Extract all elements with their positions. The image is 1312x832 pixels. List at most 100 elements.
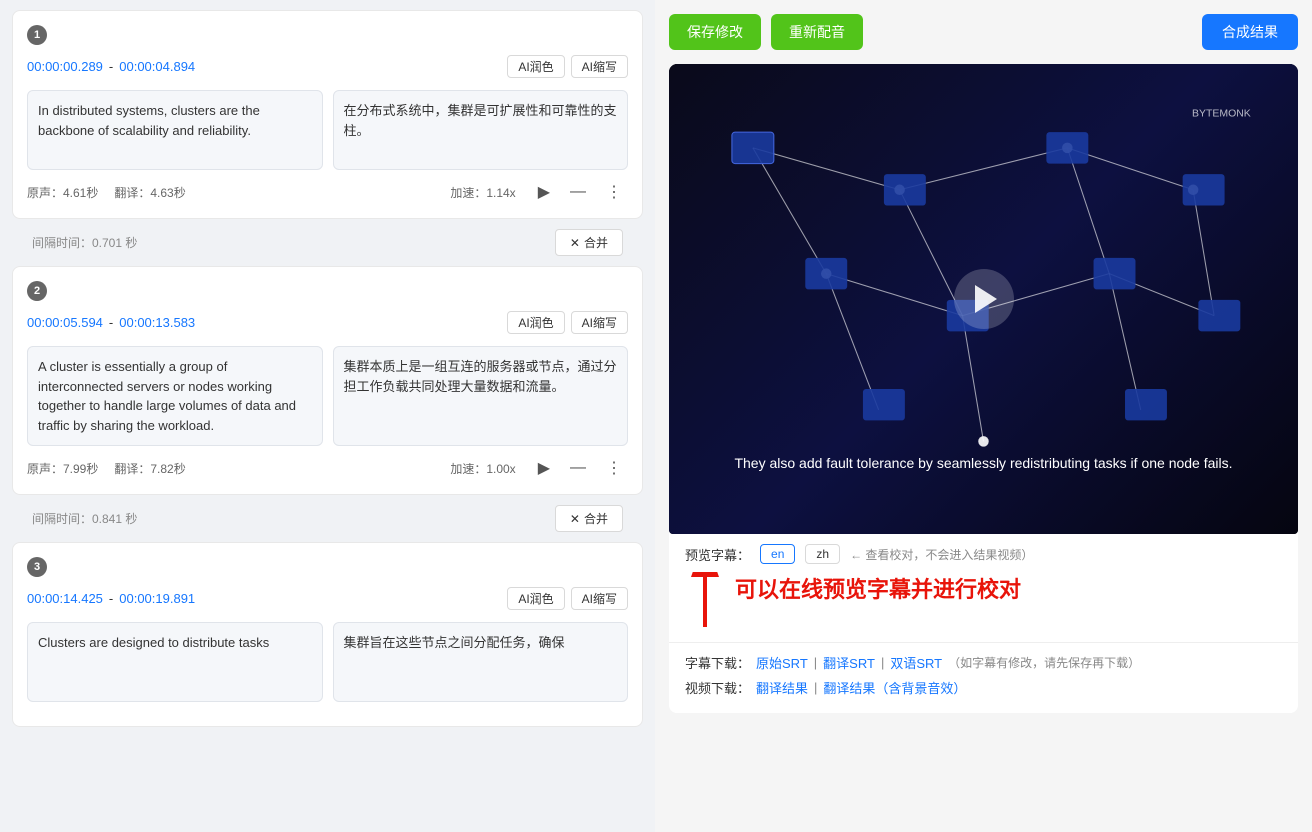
segment-1-playback: ▶ — ⋮ — [532, 180, 628, 204]
left-panel: 1 00:00:00.289 - 00:00:04.894 AI润色 AI缩写 … — [0, 0, 655, 832]
red-arrow-icon — [685, 572, 725, 632]
segment-1-play-btn[interactable]: ▶ — [532, 180, 556, 204]
segment-2-more-btn[interactable]: ⋮ — [600, 456, 628, 480]
play-button[interactable] — [954, 269, 1014, 329]
merge-icon-2: ✕ — [570, 512, 580, 526]
segment-2-badge: 2 — [27, 281, 47, 301]
merge-icon: ✕ — [570, 236, 580, 250]
video-with-bgm-link[interactable]: 翻译结果（含背景音效） — [823, 678, 966, 697]
segment-2-ai-polish[interactable]: AI润色 — [507, 311, 564, 334]
segment-2-minus-btn[interactable]: — — [564, 457, 592, 479]
segment-1-ai-btns: AI润色 AI缩写 — [507, 55, 628, 78]
subtitle-download-row: 字幕下载： 原始SRT | 翻译SRT | 双语SRT （如字幕有修改，请先保存… — [685, 653, 1282, 672]
left-action-group: 保存修改 重新配音 — [669, 14, 863, 50]
segment-1-ai-shorten[interactable]: AI缩写 — [571, 55, 628, 78]
segment-1: 1 00:00:00.289 - 00:00:04.894 AI润色 AI缩写 … — [12, 10, 643, 219]
segment-2-text-areas: A cluster is essentially a group of inte… — [27, 346, 628, 446]
segment-3-header: 00:00:14.425 - 00:00:19.891 AI润色 AI缩写 — [27, 587, 628, 610]
lang-zh-btn[interactable]: zh — [805, 544, 840, 564]
top-actions: 保存修改 重新配音 合成结果 — [669, 14, 1298, 50]
segment-2-footer: 原声：7.99秒 翻译：7.82秒 加速：1.00x ▶ — ⋮ — [27, 456, 628, 480]
segment-3-text-areas: Clusters are designed to distribute task… — [27, 622, 628, 702]
segment-1-speed: 加速：1.14x — [450, 184, 515, 201]
segment-2-original-text[interactable]: A cluster is essentially a group of inte… — [27, 346, 323, 446]
gap-1-merge-label: 合并 — [584, 234, 608, 251]
segment-3-original-text[interactable]: Clusters are designed to distribute task… — [27, 622, 323, 702]
video-download-row: 视频下载： 翻译结果 | 翻译结果（含背景音效） — [685, 678, 1282, 697]
video-container: BYTEMONK They also add fault tolerance b… — [669, 64, 1298, 713]
segment-1-sep: - — [109, 59, 113, 74]
segment-2-play-btn[interactable]: ▶ — [532, 456, 556, 480]
segment-1-more-btn[interactable]: ⋮ — [600, 180, 628, 204]
video-translated-link[interactable]: 翻译结果 — [756, 678, 808, 697]
video-placeholder: BYTEMONK They also add fault tolerance b… — [669, 64, 1298, 534]
gap-1-merge-btn[interactable]: ✕ 合并 — [555, 229, 623, 256]
svg-text:BYTEMONK: BYTEMONK — [1192, 108, 1251, 119]
segment-1-ai-polish[interactable]: AI润色 — [507, 55, 564, 78]
segment-3-ai-btns: AI润色 AI缩写 — [507, 587, 628, 610]
reconfig-btn[interactable]: 重新配音 — [771, 14, 863, 50]
gap-1-label: 间隔时间：0.701 秒 — [32, 234, 137, 251]
segment-3-sep: - — [109, 591, 113, 606]
segment-3-ai-polish[interactable]: AI润色 — [507, 587, 564, 610]
arrow-section: 可以在线预览字幕并进行校对 — [669, 572, 1298, 642]
segment-2-ai-btns: AI润色 AI缩写 — [507, 311, 628, 334]
segment-3-start: 00:00:14.425 — [27, 591, 103, 606]
preview-section: 预览字幕： en zh ← 查看校对，不会进入结果视频） — [669, 534, 1298, 564]
segment-1-minus-btn[interactable]: — — [564, 181, 592, 203]
segment-1-orig-dur: 原声：4.61秒 — [27, 184, 98, 201]
save-btn[interactable]: 保存修改 — [669, 14, 761, 50]
segment-2-sep: - — [109, 315, 113, 330]
video-download-label: 视频下载： — [685, 678, 750, 697]
segment-3-time-range: 00:00:14.425 - 00:00:19.891 — [27, 591, 195, 606]
segment-3: 3 00:00:14.425 - 00:00:19.891 AI润色 AI缩写 … — [12, 542, 643, 727]
segment-3-end: 00:00:19.891 — [119, 591, 195, 606]
gap-2-merge-btn[interactable]: ✕ 合并 — [555, 505, 623, 532]
segment-1-durations: 原声：4.61秒 翻译：4.63秒 — [27, 184, 186, 201]
segment-2-ai-shorten[interactable]: AI缩写 — [571, 311, 628, 334]
download-section: 字幕下载： 原始SRT | 翻译SRT | 双语SRT （如字幕有修改，请先保存… — [669, 642, 1298, 713]
segment-2-durations: 原声：7.99秒 翻译：7.82秒 — [27, 460, 186, 477]
segment-1-trans-dur: 翻译：4.63秒 — [114, 184, 185, 201]
gap-2: 间隔时间：0.841 秒 ✕ 合并 — [12, 495, 643, 542]
red-arrow-container — [685, 572, 725, 632]
big-text: 可以在线预览字幕并进行校对 — [735, 572, 1021, 604]
subtitle-note: （如字幕有修改，请先保存再下载） — [948, 654, 1140, 671]
subtitle-translated-link[interactable]: 翻译SRT — [823, 653, 875, 672]
gap-1: 间隔时间：0.701 秒 ✕ 合并 — [12, 219, 643, 266]
segment-1-controls: 加速：1.14x ▶ — ⋮ — [450, 180, 628, 204]
subtitle-download-label: 字幕下载： — [685, 653, 750, 672]
segment-1-time-range: 00:00:00.289 - 00:00:04.894 — [27, 59, 195, 74]
segment-1-translated-text[interactable]: 在分布式系统中，集群是可扩展性和可靠性的支柱。 — [333, 90, 629, 170]
segment-1-original-text[interactable]: In distributed systems, clusters are the… — [27, 90, 323, 170]
right-panel: 保存修改 重新配音 合成结果 — [655, 0, 1312, 832]
preview-lang-row: 预览字幕： en zh ← 查看校对，不会进入结果视频） — [685, 544, 1282, 564]
segment-1-start: 00:00:00.289 — [27, 59, 103, 74]
segment-2-controls: 加速：1.00x ▶ — ⋮ — [450, 456, 628, 480]
segment-2-playback: ▶ — ⋮ — [532, 456, 628, 480]
segment-1-end: 00:00:04.894 — [119, 59, 195, 74]
segment-2-start: 00:00:05.594 — [27, 315, 103, 330]
segment-1-footer: 原声：4.61秒 翻译：4.63秒 加速：1.14x ▶ — ⋮ — [27, 180, 628, 204]
video-subtitle-text: They also add fault tolerance by seamles… — [732, 453, 1235, 474]
segment-2-time-range: 00:00:05.594 - 00:00:13.583 — [27, 315, 195, 330]
segment-2-orig-dur: 原声：7.99秒 — [27, 460, 98, 477]
video-wrapper: BYTEMONK They also add fault tolerance b… — [669, 64, 1298, 534]
compose-btn[interactable]: 合成结果 — [1202, 14, 1298, 50]
preview-label: 预览字幕： — [685, 545, 750, 564]
subtitle-original-link[interactable]: 原始SRT — [756, 653, 808, 672]
segment-2-trans-dur: 翻译：7.82秒 — [114, 460, 185, 477]
lang-en-btn[interactable]: en — [760, 544, 795, 564]
segment-1-header: 00:00:00.289 - 00:00:04.894 AI润色 AI缩写 — [27, 55, 628, 78]
gap-2-merge-label: 合并 — [584, 510, 608, 527]
segment-3-translated-text[interactable]: 集群旨在这些节点之间分配任务，确保 — [333, 622, 629, 702]
segment-2-translated-text[interactable]: 集群本质上是一组互连的服务器或节点，通过分担工作负载共同处理大量数据和流量。 — [333, 346, 629, 446]
segment-2-end: 00:00:13.583 — [119, 315, 195, 330]
gap-2-label: 间隔时间：0.841 秒 — [32, 510, 137, 527]
subtitle-bilingual-link[interactable]: 双语SRT — [890, 653, 942, 672]
segment-3-ai-shorten[interactable]: AI缩写 — [571, 587, 628, 610]
segment-1-badge: 1 — [27, 25, 47, 45]
play-triangle-icon — [975, 285, 997, 313]
preview-note: ← 查看校对，不会进入结果视频） — [850, 546, 1033, 563]
segment-2-header: 00:00:05.594 - 00:00:13.583 AI润色 AI缩写 — [27, 311, 628, 334]
